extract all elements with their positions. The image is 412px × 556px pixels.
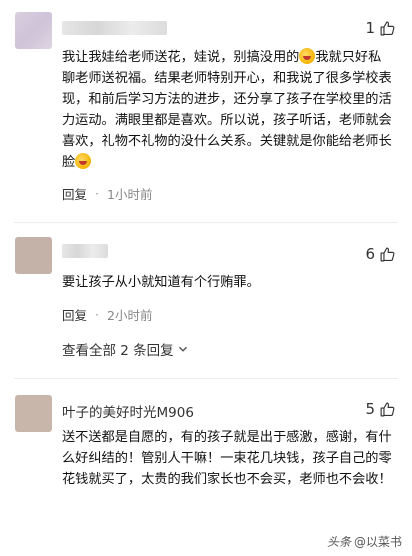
username-blurred[interactable]: [62, 244, 108, 258]
separator-dot: ·: [95, 307, 99, 322]
like-count: 1: [365, 19, 375, 37]
reply-button[interactable]: 回复: [62, 305, 87, 324]
comment-2: 6 要让孩子从小就知道有个行贿罪。 回复 · 2小时前 查看全部 2 条回复: [0, 222, 412, 362]
like-count: 6: [365, 245, 375, 263]
comment-meta: 回复 · 1小时前: [62, 184, 152, 203]
like-button[interactable]: 1: [365, 19, 396, 37]
thumbs-up-icon: [380, 402, 395, 416]
comment-text: 我让我娃给老师送花，娃说，别搞没用的 我就只好私聊老师送祝福。结果老师特别开心，和…: [62, 48, 392, 170]
avatar[interactable]: [15, 12, 52, 49]
separator-dot: ·: [95, 186, 99, 201]
comment-1: 1 我让我娃给老师送花，娃说，别搞没用的 我就只好私聊老师送祝福。结果老师特别开心…: [0, 0, 412, 203]
comment-3: 叶子的美好时光M906 5 送不送都是自愿的，有的孩子就是出于感激，感谢，有什么…: [0, 378, 412, 556]
like-count: 5: [365, 400, 375, 418]
chevron-down-icon: [178, 346, 187, 352]
watermark-handle: @以菜书: [353, 535, 402, 549]
comment-text: 要让孩子从小就知道有个行贿罪。: [62, 275, 260, 290]
comment-meta: 回复 · 2小时前: [62, 305, 152, 324]
like-button[interactable]: 5: [365, 400, 396, 418]
timestamp: 1小时前: [107, 187, 153, 202]
watermark: 头条 @以菜书: [327, 533, 402, 550]
view-all-replies-label: 查看全部 2 条回复: [62, 343, 174, 359]
laughing-emoji-icon: [299, 48, 316, 64]
username[interactable]: 叶子的美好时光M906: [62, 401, 194, 421]
like-button[interactable]: 6: [365, 245, 396, 263]
laughing-emoji-icon: [75, 153, 92, 169]
watermark-brand: 头条: [326, 535, 351, 549]
reply-button[interactable]: 回复: [62, 184, 87, 203]
username-blurred[interactable]: [62, 21, 167, 35]
view-all-replies-button[interactable]: 查看全部 2 条回复: [62, 339, 188, 359]
avatar[interactable]: [15, 395, 52, 432]
thumbs-up-icon: [380, 21, 395, 35]
thumbs-up-icon: [380, 247, 395, 261]
comment-text: 送不送都是自愿的，有的孩子就是出于感激，感谢，有什么好纠结的！管别人干嘛！一束花…: [62, 430, 392, 487]
avatar[interactable]: [15, 237, 52, 274]
timestamp: 2小时前: [107, 308, 153, 323]
